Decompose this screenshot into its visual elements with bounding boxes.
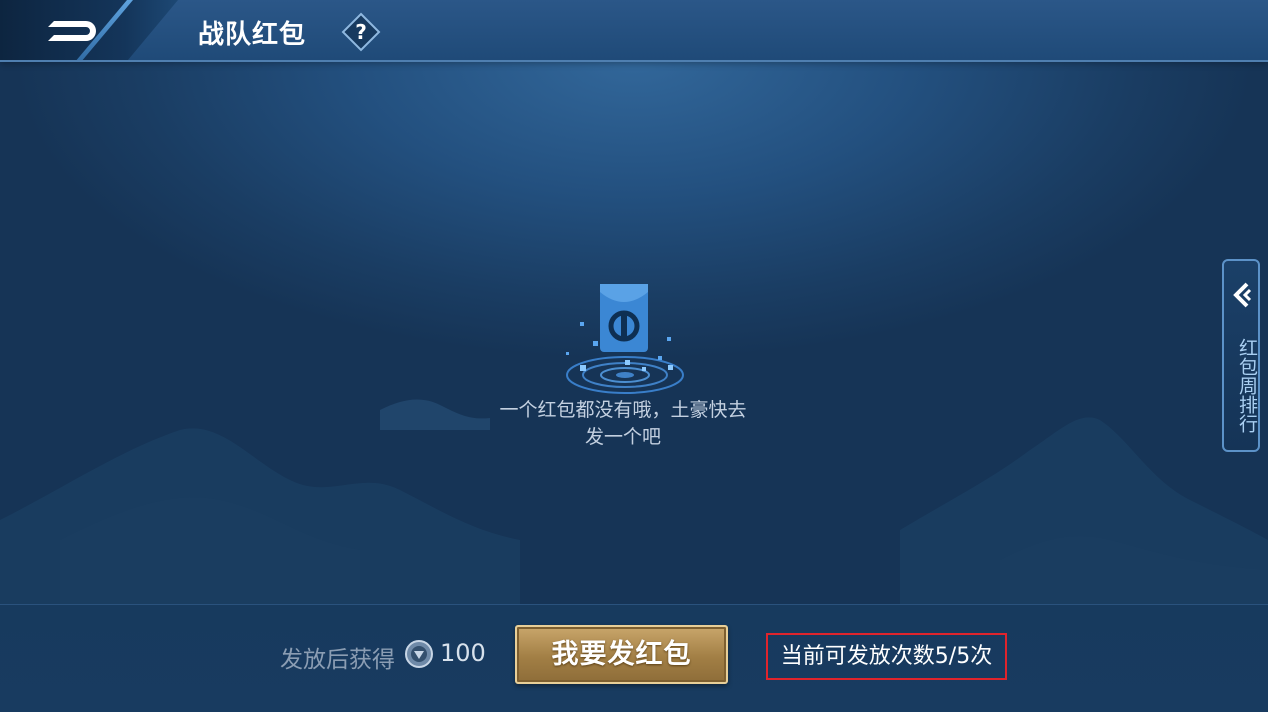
empty-message-line2: 发一个吧 (584, 426, 661, 448)
help-icon[interactable]: ? (341, 12, 381, 52)
weekly-ranking-tab[interactable]: 红包周排行 (1222, 259, 1260, 452)
chevron-left-icon (1233, 282, 1252, 308)
weekly-ranking-label: 红包周排行 (1236, 337, 1258, 433)
empty-message-line1: 一个红包都没有哦，土豪快去 (499, 399, 747, 421)
coin-icon (405, 640, 433, 668)
empty-message: 一个红包都没有哦，土豪快去 发一个吧 (0, 397, 1246, 451)
back-button[interactable] (0, 0, 178, 60)
reward-amount: 100 (440, 639, 486, 667)
remaining-count: 当前可发放次数5/5次 (766, 633, 1007, 680)
send-red-envelope-button[interactable]: 我要发红包 (515, 625, 728, 684)
back-arrow-icon (48, 21, 96, 41)
svg-text:?: ? (355, 20, 367, 44)
red-envelope-icon (566, 284, 684, 394)
reward-label: 发放后获得 (280, 647, 395, 673)
page-title: 战队红包 (198, 20, 307, 50)
top-bar: 战队红包 ? (0, 0, 1268, 62)
